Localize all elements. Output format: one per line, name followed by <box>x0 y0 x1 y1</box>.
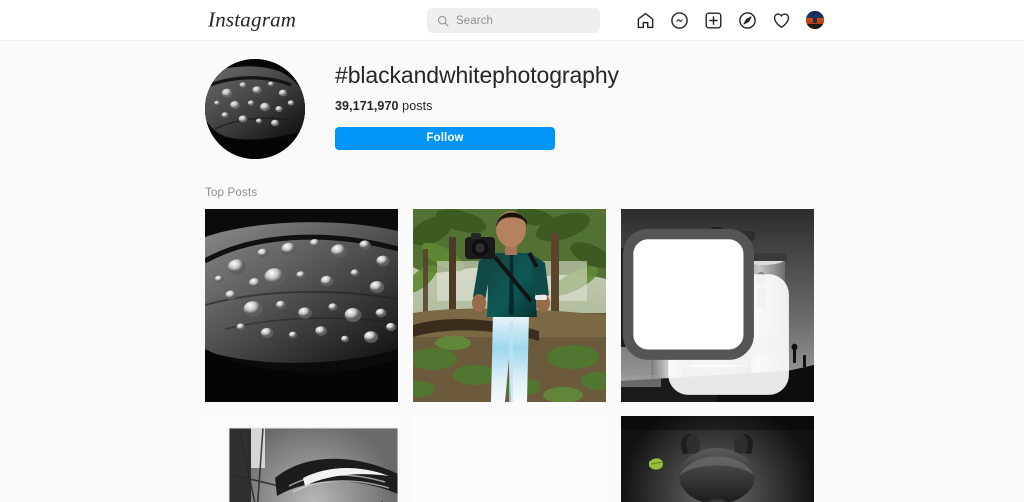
activity-heart-icon[interactable] <box>772 11 791 30</box>
search-icon <box>438 15 449 26</box>
nav-inner: Instagram Search <box>0 0 1024 40</box>
hashtag-avatar <box>205 59 305 159</box>
messenger-icon[interactable] <box>670 11 689 30</box>
page-body: #blackandwhitephotography 39,171,970 pos… <box>0 41 1024 502</box>
nav-icon-group <box>636 0 824 40</box>
home-icon[interactable] <box>636 11 655 30</box>
avatar-glyph <box>813 13 818 23</box>
search-input[interactable]: Search <box>427 8 600 33</box>
post-thumbnail-image <box>413 209 606 402</box>
post-tile[interactable] <box>205 416 398 502</box>
post-tile[interactable] <box>413 209 606 402</box>
content-container: #blackandwhitephotography 39,171,970 pos… <box>205 41 819 502</box>
hashtag-header: #blackandwhitephotography 39,171,970 pos… <box>205 59 819 181</box>
new-post-icon[interactable] <box>704 11 723 30</box>
posts-grid <box>205 209 819 502</box>
post-tile[interactable] <box>621 209 814 402</box>
instagram-logo[interactable]: Instagram <box>208 8 296 33</box>
profile-avatar[interactable] <box>806 11 824 29</box>
search-placeholder-text: Search <box>456 14 494 27</box>
post-thumbnail-image <box>205 416 398 502</box>
post-tile[interactable] <box>621 416 814 502</box>
post-thumbnail-image <box>205 209 398 402</box>
follow-button[interactable]: Follow <box>335 127 555 151</box>
post-tile[interactable] <box>413 416 606 502</box>
page-title: #blackandwhitephotography <box>335 62 619 88</box>
explore-compass-icon[interactable] <box>738 11 757 30</box>
top-navigation-bar: Instagram Search <box>0 0 1024 41</box>
post-thumbnail-image <box>621 209 814 402</box>
post-thumbnail-image <box>621 416 814 502</box>
post-count: 39,171,970 posts <box>335 99 819 113</box>
hashtag-avatar-image <box>205 59 305 159</box>
top-posts-label: Top Posts <box>205 187 258 199</box>
post-thumbnail-image <box>413 416 606 502</box>
post-count-number: 39,171,970 <box>335 99 399 114</box>
post-tile[interactable] <box>205 209 398 402</box>
hashtag-info: #blackandwhitephotography 39,171,970 pos… <box>335 59 819 151</box>
post-count-label: posts <box>402 99 433 114</box>
avatar-bottom-band <box>806 23 824 29</box>
